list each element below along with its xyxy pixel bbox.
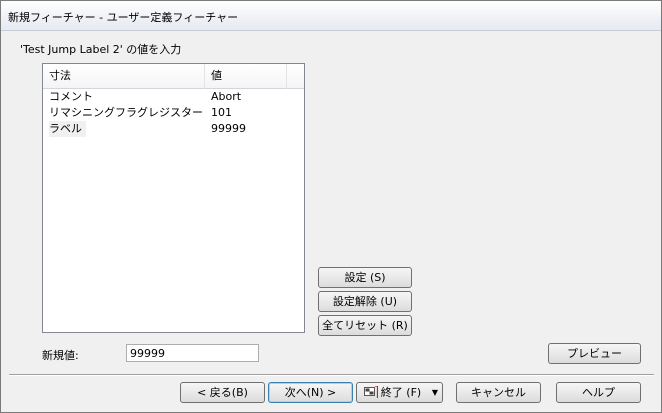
list-header: 寸法 値 bbox=[43, 64, 304, 89]
column-header-filler bbox=[287, 64, 304, 89]
row-value: Abort bbox=[211, 90, 242, 103]
prompt-text: 'Test Jump Label 2' の値を入力 bbox=[20, 43, 182, 56]
row-value: 101 bbox=[211, 106, 232, 119]
finish-dropdown-button[interactable]: ▼ bbox=[428, 382, 443, 403]
dimension-list[interactable]: 寸法 値 コメント Abort リマシニングフラグレジスター 101 ラベル 9… bbox=[42, 63, 305, 333]
chevron-down-icon: ▼ bbox=[431, 388, 439, 397]
new-value-input[interactable] bbox=[126, 344, 259, 362]
cancel-button[interactable]: キャンセル bbox=[456, 382, 541, 403]
finish-flag-icon bbox=[363, 386, 378, 398]
row-name: コメント bbox=[49, 90, 93, 103]
new-value-label: 新規値: bbox=[42, 349, 79, 362]
next-button[interactable]: 次へ(N) > bbox=[268, 382, 353, 403]
table-row[interactable]: コメント Abort bbox=[43, 89, 304, 105]
table-row-selected[interactable]: ラベル 99999 bbox=[43, 121, 304, 137]
row-name: リマシニングフラグレジスター bbox=[49, 106, 203, 119]
dialog-window: 新規フィーチャー - ユーザー定義フィーチャー 'Test Jump Label… bbox=[0, 0, 662, 413]
set-button[interactable]: 設定 (S) bbox=[318, 267, 412, 288]
finish-label: 終了 (F) bbox=[380, 386, 422, 399]
column-header-dimension[interactable]: 寸法 bbox=[43, 64, 205, 89]
help-button[interactable]: ヘルプ bbox=[556, 382, 641, 403]
finish-button[interactable]: 終了 (F) bbox=[356, 382, 429, 403]
back-button[interactable]: < 戻る(B) bbox=[180, 382, 265, 403]
unset-button[interactable]: 設定解除 (U) bbox=[318, 291, 412, 312]
preview-button[interactable]: プレビュー bbox=[548, 343, 641, 364]
column-header-value[interactable]: 値 bbox=[205, 64, 287, 89]
row-value: 99999 bbox=[211, 122, 246, 135]
window-title: 新規フィーチャー - ユーザー定義フィーチャー bbox=[8, 11, 239, 24]
footer-divider bbox=[9, 374, 654, 376]
row-name: ラベル bbox=[49, 121, 86, 137]
title-bar[interactable]: 新規フィーチャー - ユーザー定義フィーチャー bbox=[1, 1, 661, 31]
table-row[interactable]: リマシニングフラグレジスター 101 bbox=[43, 105, 304, 121]
reset-all-button[interactable]: 全てリセット (R) bbox=[318, 315, 412, 336]
